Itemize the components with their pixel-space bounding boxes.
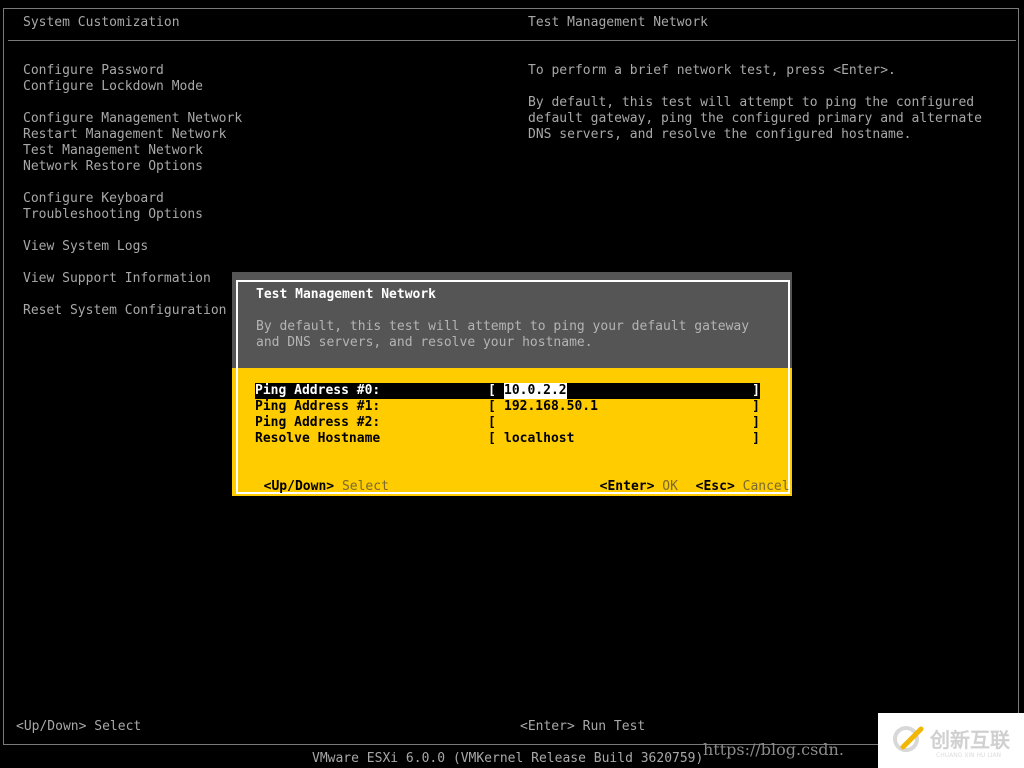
field-ping-address-0[interactable]: Ping Address #0: [ 10.0.2.2 ] <box>255 383 760 399</box>
description-line: By default, this test will attempt to pi… <box>528 95 975 110</box>
field-ping-address-2[interactable]: Ping Address #2: [ ] <box>255 415 760 431</box>
cancel-key: <Esc> <box>695 479 735 494</box>
bracket-open: [ <box>488 383 496 398</box>
menu-spacer <box>23 95 242 111</box>
menu-spacer <box>23 287 242 303</box>
menu-item-test-management-network[interactable]: Test Management Network <box>23 143 242 159</box>
left-panel-title: System Customization <box>23 15 180 30</box>
version-text: VMware ESXi 6.0.0 (VMKernel Release Buil… <box>312 751 704 766</box>
watermark-url: https://blog.csdn. <box>703 740 844 759</box>
description-line: DNS servers, and resolve the configured … <box>528 127 912 142</box>
dialog-description-line: By default, this test will attempt to pi… <box>256 319 750 334</box>
brand-logo-icon <box>893 726 924 752</box>
description-line: To perform a brief network test, press <… <box>528 63 896 78</box>
menu-item-configure-management-network[interactable]: Configure Management Network <box>23 111 242 127</box>
ok-label: OK <box>662 479 678 494</box>
field-label: Ping Address #2: <box>255 415 381 430</box>
select-hint: <Up/Down> Select <box>248 463 389 495</box>
bracket-close: ] <box>752 415 760 430</box>
menu-item-configure-keyboard[interactable]: Configure Keyboard <box>23 191 242 207</box>
right-panel-title: Test Management Network <box>528 15 709 30</box>
bracket-open: [ <box>488 399 496 414</box>
ok-key: <Enter> <box>599 479 655 494</box>
ping-address-0-input[interactable]: 10.0.2.2 <box>504 383 567 399</box>
dialog-description: By default, this test will attempt to pi… <box>256 319 749 351</box>
menu-spacer <box>23 175 242 191</box>
right-panel-description: To perform a brief network test, press <… <box>528 63 982 143</box>
cancel-button[interactable]: <Esc> Cancel <box>680 463 790 495</box>
bracket-open: [ <box>488 431 496 446</box>
footer-select-hint: <Up/Down> Select <box>16 719 142 734</box>
menu-item-configure-password[interactable]: Configure Password <box>23 63 242 79</box>
select-key: <Up/Down> <box>263 479 335 494</box>
field-label: Ping Address #0: <box>255 383 381 398</box>
description-line <box>528 79 982 95</box>
menu-item-view-system-logs[interactable]: View System Logs <box>23 239 242 255</box>
menu-item-troubleshooting-options[interactable]: Troubleshooting Options <box>23 207 242 223</box>
bracket-open: [ <box>488 415 496 430</box>
menu-item-restart-management-network[interactable]: Restart Management Network <box>23 127 242 143</box>
footer-run-test-hint[interactable]: <Enter> Run Test <box>520 719 645 735</box>
ok-button[interactable]: <Enter> OK <box>584 463 678 495</box>
field-resolve-hostname[interactable]: Resolve Hostname [ localhost ] <box>255 431 760 447</box>
dialog-title: Test Management Network <box>256 287 437 302</box>
watermark-brand-en: CHUANG XIN HU LIAN <box>936 752 1002 759</box>
menu-item-reset-system-configuration[interactable]: Reset System Configuration <box>23 303 242 319</box>
header-divider <box>8 40 1016 41</box>
menu-item-view-support-information[interactable]: View Support Information <box>23 271 242 287</box>
watermark-brand-cn: 创新互联 <box>930 728 1010 752</box>
menu-item-configure-lockdown-mode[interactable]: Configure Lockdown Mode <box>23 79 242 95</box>
select-action: Select <box>341 479 389 494</box>
resolve-hostname-input[interactable]: localhost <box>504 431 574 447</box>
bracket-close: ] <box>752 383 760 398</box>
bracket-close: ] <box>752 399 760 414</box>
menu-spacer <box>23 223 242 239</box>
ping-address-1-input[interactable]: 192.168.50.1 <box>504 399 598 415</box>
field-label: Ping Address #1: <box>255 399 381 414</box>
dialog-description-line: and DNS servers, and resolve your hostna… <box>256 335 593 350</box>
menu-spacer <box>23 255 242 271</box>
cancel-label: Cancel <box>742 479 790 494</box>
field-ping-address-1[interactable]: Ping Address #1: [ 192.168.50.1 ] <box>255 399 760 415</box>
field-label: Resolve Hostname <box>255 431 381 446</box>
bracket-close: ] <box>752 431 760 446</box>
system-customization-menu: Configure Password Configure Lockdown Mo… <box>23 63 242 319</box>
description-line: default gateway, ping the configured pri… <box>528 111 982 126</box>
menu-item-network-restore-options[interactable]: Network Restore Options <box>23 159 242 175</box>
